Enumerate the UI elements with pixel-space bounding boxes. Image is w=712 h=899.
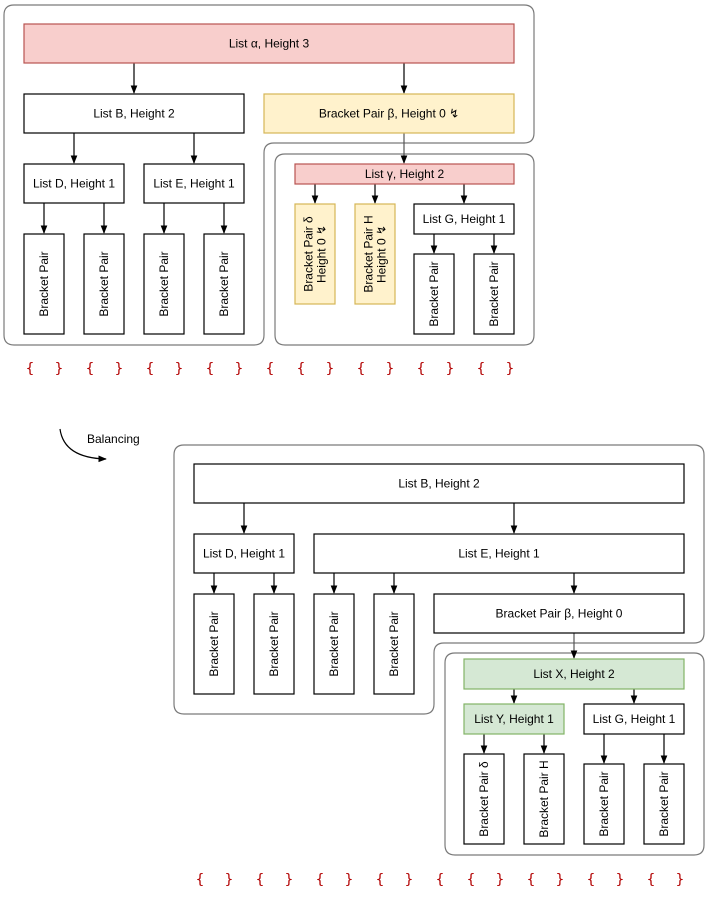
node-bracket-pair-leaf-label: Bracket Pair bbox=[267, 611, 281, 676]
node-bracket-pair-leaf: Bracket Pair bbox=[313, 593, 355, 695]
after-close-brace-12: } bbox=[556, 872, 564, 888]
before-close-brace-3: } bbox=[115, 361, 123, 377]
before-open-brace-0: { bbox=[26, 361, 34, 377]
after-close-brace-7: } bbox=[405, 872, 413, 888]
node-list-e: List E, Height 1 bbox=[143, 163, 245, 204]
after-close-brace-3: } bbox=[285, 872, 293, 888]
node-bracket-pair-leaf: Bracket Pair bbox=[203, 233, 245, 335]
node-bracket-pair-leaf-label: Bracket Pair bbox=[97, 251, 111, 316]
after-open-brace-4: { bbox=[316, 872, 324, 888]
node-bracket-pair-leaf-label: Bracket Pair bbox=[217, 251, 231, 316]
node-list-d: List D, Height 1 bbox=[193, 533, 295, 574]
node-list-y: List Y, Height 1 bbox=[463, 703, 565, 735]
node-list-d: List D, Height 1 bbox=[23, 163, 125, 204]
before-close-brace-5: } bbox=[175, 361, 183, 377]
after-close-brace-16: } bbox=[676, 872, 684, 888]
before-close-brace-10: } bbox=[326, 361, 334, 377]
node-bracket-pair-leaf-label: Bracket Pair bbox=[427, 261, 441, 326]
before-open-brace-15: { bbox=[477, 361, 485, 377]
node-bracket-pair-delta: Bracket Pair δ bbox=[463, 753, 505, 845]
diagram-canvas: List α, Height 3 List B, Height 2 Bracket … bbox=[3, 4, 705, 888]
balancing-label: Balancing bbox=[87, 432, 140, 446]
node-list-g: List G, Height 1 bbox=[413, 203, 515, 235]
after-open-brace-9: { bbox=[467, 872, 475, 888]
node-bracket-pair-delta: Bracket Pair δHeight 0 ↯ bbox=[294, 203, 336, 305]
after-open-brace-15: { bbox=[647, 872, 655, 888]
node-bracket-pair-leaf: Bracket Pair bbox=[23, 233, 65, 335]
node-bracket-pair-leaf-label: Bracket Pair bbox=[157, 251, 171, 316]
node-list-e-label: List E, Height 1 bbox=[458, 547, 540, 561]
node-bracket-pair-beta-label: Bracket Pair β, Height 0 bbox=[496, 607, 623, 621]
node-list-g-label: List G, Height 1 bbox=[593, 712, 676, 726]
node-bracket-pair-leaf-label: Bracket Pair bbox=[327, 611, 341, 676]
node-bracket-pair-delta-label: Bracket Pair δHeight 0 ↯ bbox=[302, 216, 329, 292]
node-list-x-label: List X, Height 2 bbox=[533, 667, 615, 681]
node-list-alpha: List α, Height 3 bbox=[23, 23, 515, 64]
before-close-brace-12: } bbox=[386, 361, 394, 377]
node-bracket-pair-h: Bracket Pair H bbox=[523, 753, 565, 845]
node-list-g: List G, Height 1 bbox=[583, 703, 685, 735]
node-bracket-pair-leaf: Bracket Pair bbox=[643, 763, 685, 845]
node-bracket-pair-leaf: Bracket Pair bbox=[583, 763, 625, 845]
node-bracket-pair-leaf-label: Bracket Pair bbox=[207, 611, 221, 676]
before-open-brace-2: { bbox=[86, 361, 94, 377]
node-bracket-pair-beta: Bracket Pair β, Height 0 ↯ bbox=[263, 93, 515, 134]
after-close-brace-14: } bbox=[616, 872, 624, 888]
before-open-brace-6: { bbox=[206, 361, 214, 377]
node-bracket-pair-leaf-label: Bracket Pair bbox=[597, 771, 611, 836]
after-close-brace-10: } bbox=[496, 872, 504, 888]
node-list-d-label: List D, Height 1 bbox=[33, 177, 115, 191]
node-list-gamma: List γ, Height 2 bbox=[294, 163, 515, 185]
before-close-brace-7: } bbox=[235, 361, 243, 377]
before-open-brace-11: { bbox=[357, 361, 365, 377]
after-open-brace-2: { bbox=[256, 872, 264, 888]
node-list-alpha-label: List α, Height 3 bbox=[229, 37, 310, 51]
before-open-brace-13: { bbox=[417, 361, 425, 377]
node-bracket-pair-leaf: Bracket Pair bbox=[413, 253, 455, 335]
node-list-y-label: List Y, Height 1 bbox=[474, 712, 554, 726]
node-bracket-pair-leaf: Bracket Pair bbox=[143, 233, 185, 335]
node-list-x: List X, Height 2 bbox=[463, 658, 685, 690]
after-open-brace-6: { bbox=[376, 872, 384, 888]
node-bracket-pair-leaf: Bracket Pair bbox=[473, 253, 515, 335]
node-bracket-pair-leaf: Bracket Pair bbox=[193, 593, 235, 695]
node-bracket-pair-beta: Bracket Pair β, Height 0 bbox=[433, 593, 685, 634]
node-list-g-label: List G, Height 1 bbox=[423, 212, 506, 226]
node-list-gamma-label: List γ, Height 2 bbox=[365, 167, 445, 181]
after-open-brace-13: { bbox=[587, 872, 595, 888]
node-list-b: List B, Height 2 bbox=[23, 93, 245, 134]
node-bracket-pair-h: Bracket Pair HHeight 0 ↯ bbox=[354, 203, 396, 305]
node-bracket-pair-leaf-label: Bracket Pair bbox=[37, 251, 51, 316]
after-open-brace-8: { bbox=[436, 872, 444, 888]
node-bracket-pair-leaf-label: Bracket Pair bbox=[657, 771, 671, 836]
node-bracket-pair-delta-label: Bracket Pair δ bbox=[477, 761, 491, 837]
node-list-e: List E, Height 1 bbox=[313, 533, 685, 574]
after-close-brace-1: } bbox=[225, 872, 233, 888]
node-bracket-pair-beta-label: Bracket Pair β, Height 0 ↯ bbox=[319, 107, 459, 121]
node-bracket-pair-h-label: Bracket Pair H bbox=[537, 760, 551, 837]
before-open-brace-8: { bbox=[266, 361, 274, 377]
node-bracket-pair-h-label: Bracket Pair HHeight 0 ↯ bbox=[362, 215, 389, 292]
before-close-brace-16: } bbox=[506, 361, 514, 377]
after-close-brace-5: } bbox=[345, 872, 353, 888]
before-close-brace-1: } bbox=[55, 361, 63, 377]
node-list-d-label: List D, Height 1 bbox=[203, 547, 285, 561]
node-bracket-pair-leaf-label: Bracket Pair bbox=[387, 611, 401, 676]
after-open-brace-0: { bbox=[196, 872, 204, 888]
node-bracket-pair-leaf-label: Bracket Pair bbox=[487, 261, 501, 326]
before-open-brace-4: { bbox=[146, 361, 154, 377]
before-open-brace-9: { bbox=[297, 361, 305, 377]
node-list-b-label: List B, Height 2 bbox=[398, 477, 480, 491]
node-bracket-pair-leaf: Bracket Pair bbox=[83, 233, 125, 335]
node-list-e-label: List E, Height 1 bbox=[153, 177, 235, 191]
node-list-b-label: List B, Height 2 bbox=[93, 107, 175, 121]
node-bracket-pair-leaf: Bracket Pair bbox=[253, 593, 295, 695]
after-open-brace-11: { bbox=[527, 872, 535, 888]
node-bracket-pair-leaf: Bracket Pair bbox=[373, 593, 415, 695]
before-close-brace-14: } bbox=[446, 361, 454, 377]
node-list-b: List B, Height 2 bbox=[193, 463, 685, 504]
